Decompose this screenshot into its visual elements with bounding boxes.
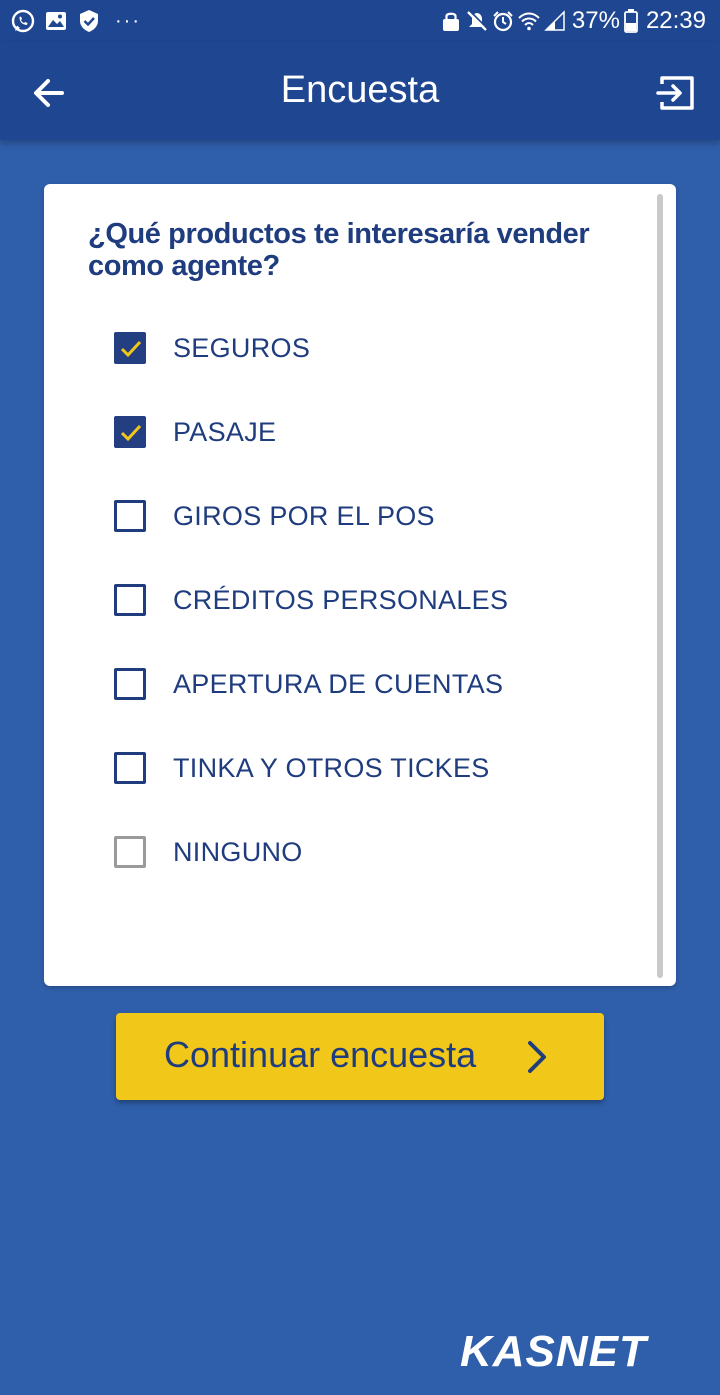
exit-button[interactable]	[654, 70, 700, 116]
wifi-icon	[518, 10, 540, 32]
option-label: APERTURA DE CUENTAS	[173, 668, 504, 699]
checkbox-unchecked[interactable]	[114, 500, 146, 532]
page-title: Encuesta	[280, 69, 440, 111]
chevron-right-icon	[528, 1041, 546, 1073]
check-icon	[120, 340, 142, 358]
option-label: TINKA Y OTROS TICKES	[173, 752, 490, 783]
checkbox-unchecked[interactable]	[114, 752, 146, 784]
whatsapp-icon	[10, 8, 36, 34]
option-label: CRÉDITOS PERSONALES	[173, 584, 509, 615]
checkbox-unchecked[interactable]	[114, 836, 146, 868]
app-bar: Encuesta	[0, 42, 720, 140]
clock: 22:39	[645, 7, 706, 34]
scrollbar[interactable]	[657, 194, 663, 978]
option-apertura-de-cuentas[interactable]: APERTURA DE CUENTAS	[114, 662, 614, 706]
option-tinka-y-otros-tickes[interactable]: TINKA Y OTROS TICKES	[114, 746, 614, 790]
gallery-icon	[43, 8, 69, 34]
signal-icon	[544, 10, 566, 32]
status-left-icons: ···	[10, 8, 141, 34]
alarm-icon	[492, 10, 514, 32]
option-giros-por-el-pos[interactable]: GIROS POR EL POS	[114, 494, 614, 538]
check-icon	[120, 424, 142, 442]
option-seguros[interactable]: SEGUROS	[114, 326, 614, 370]
checkbox-checked[interactable]	[114, 416, 146, 448]
exit-icon	[656, 76, 694, 110]
no-notification-icon	[466, 9, 488, 32]
battery-percentage: 37%	[571, 7, 620, 34]
option-ninguno[interactable]: NINGUNO	[114, 830, 614, 874]
survey-card: ¿Qué productos te interesaría vender com…	[44, 184, 676, 986]
status-right-icons: 37% 22:39	[436, 8, 706, 34]
more-dots-icon: ···	[115, 10, 141, 32]
survey-question: ¿Qué productos te interesaría vender com…	[88, 218, 590, 282]
status-bar: ··· 37% 22:39	[0, 0, 720, 42]
checkbox-unchecked[interactable]	[114, 584, 146, 616]
shield-icon	[76, 8, 102, 34]
option-label: GIROS POR EL POS	[173, 500, 435, 531]
battery-icon	[624, 9, 638, 33]
checkbox-checked[interactable]	[114, 332, 146, 364]
option-creditos-personales[interactable]: CRÉDITOS PERSONALES	[114, 578, 614, 622]
lock-icon	[440, 10, 462, 32]
kasnet-logo: KASNET	[460, 1327, 649, 1374]
continue-button-label: Continuar encuesta	[164, 1034, 477, 1075]
option-label: NINGUNO	[173, 836, 303, 867]
checkbox-unchecked[interactable]	[114, 668, 146, 700]
continue-survey-button[interactable]: Continuar encuesta	[116, 1013, 604, 1100]
option-pasaje[interactable]: PASAJE	[114, 410, 614, 454]
logo-text: KASNET	[460, 1327, 649, 1374]
option-label: PASAJE	[173, 416, 277, 447]
option-label: SEGUROS	[173, 332, 311, 363]
